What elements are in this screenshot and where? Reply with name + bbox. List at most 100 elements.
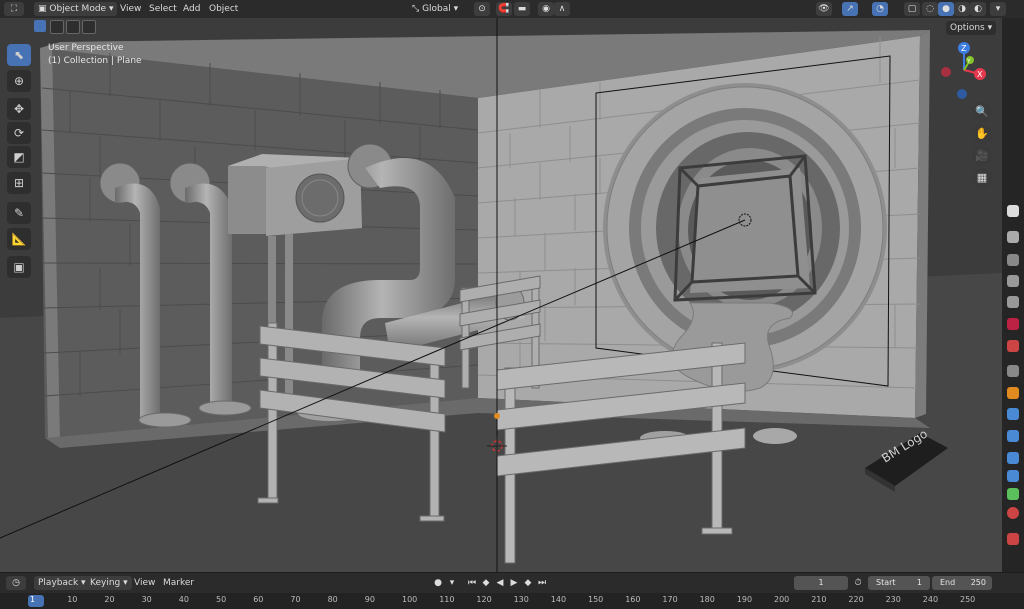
annotate-tool-icon[interactable]: ✎ bbox=[7, 202, 31, 224]
proportional-edit-icon[interactable]: ◉ bbox=[538, 2, 554, 16]
timeline-view-menu[interactable]: View bbox=[134, 576, 155, 590]
overlay-toggle-icon[interactable]: ◔ bbox=[872, 2, 888, 16]
ruler-tick: 130 bbox=[513, 595, 529, 604]
keying-set-icon[interactable]: ▾ bbox=[446, 577, 458, 589]
timeline-header: ◷ Playback ▾ Keying ▾ View Marker ● ▾ ⏮ … bbox=[0, 573, 1024, 593]
options-label: Options bbox=[950, 23, 985, 33]
playback-dropdown[interactable]: Playback ▾ bbox=[34, 576, 90, 590]
ruler-tick: 80 bbox=[327, 595, 338, 604]
select-difference-mode-icon[interactable] bbox=[82, 20, 96, 34]
select-subtract-mode-icon[interactable] bbox=[66, 20, 80, 34]
orientation-icon: ⤡ bbox=[412, 4, 423, 14]
measure-tool-icon[interactable]: 📐 bbox=[7, 228, 31, 250]
timeline-marker-menu[interactable]: Marker bbox=[163, 576, 194, 590]
scale-tool-icon[interactable]: ◩ bbox=[7, 146, 31, 168]
ruler-tick: 60 bbox=[253, 595, 264, 604]
end-frame-field[interactable]: End 250 bbox=[932, 576, 992, 590]
cursor-tool-icon[interactable]: ⊕ bbox=[7, 70, 31, 92]
menu-select[interactable]: Select bbox=[149, 2, 177, 16]
collection-properties-icon[interactable] bbox=[1007, 365, 1019, 377]
tool-settings-icon[interactable] bbox=[1007, 231, 1019, 243]
ruler-tick: 10 bbox=[67, 595, 78, 604]
object-mode-icon: ▣ bbox=[38, 4, 50, 14]
svg-text:Z: Z bbox=[961, 44, 967, 53]
rendered-shading-icon[interactable]: ◐ bbox=[970, 2, 986, 16]
playback-label: Playback bbox=[38, 578, 79, 588]
3d-viewport[interactable]: BM Logo User Perspective (1) Collection … bbox=[0, 18, 1002, 572]
ruler-tick: 210 bbox=[811, 595, 827, 604]
move-tool-icon[interactable]: ✥ bbox=[7, 98, 31, 120]
scene-properties-icon[interactable] bbox=[1007, 318, 1019, 330]
select-box-mode-icon[interactable] bbox=[34, 20, 46, 32]
ruler-tick: 180 bbox=[699, 595, 715, 604]
constraints-properties-icon[interactable] bbox=[1007, 470, 1019, 482]
options-dropdown[interactable]: Options ▾ bbox=[946, 21, 997, 35]
camera-icon[interactable]: 🎥 bbox=[972, 146, 992, 166]
output-properties-icon[interactable] bbox=[1007, 275, 1019, 287]
active-object-label: (1) Collection | Plane bbox=[48, 56, 142, 66]
xray-icon[interactable]: ▢ bbox=[904, 2, 920, 16]
material-shading-icon[interactable]: ◑ bbox=[954, 2, 970, 16]
current-frame-field[interactable]: 1 bbox=[794, 576, 848, 590]
pan-hand-icon[interactable]: ✋ bbox=[972, 124, 992, 144]
modifier-properties-icon[interactable] bbox=[1007, 408, 1019, 420]
menu-object[interactable]: Object bbox=[209, 2, 238, 16]
ruler-tick: 220 bbox=[848, 595, 864, 604]
rotate-tool-icon[interactable]: ⟳ bbox=[7, 122, 31, 144]
mode-dropdown[interactable]: ▣ Object Mode ▾ bbox=[34, 2, 118, 16]
snap-icon[interactable]: 🧲 bbox=[496, 2, 512, 16]
jump-start-icon[interactable]: ⏮ bbox=[466, 577, 478, 589]
texture-properties-icon[interactable] bbox=[1007, 533, 1019, 545]
ruler-tick: 190 bbox=[736, 595, 753, 604]
editor-type-icon[interactable]: ⛶ bbox=[4, 2, 24, 16]
start-frame-field[interactable]: Start 1 bbox=[868, 576, 930, 590]
next-keyframe-icon[interactable]: ◆ bbox=[522, 577, 534, 589]
snap-increment-icon[interactable]: ▬ bbox=[514, 2, 530, 16]
physics-properties-icon[interactable] bbox=[1007, 452, 1019, 464]
ruler-tick: 70 bbox=[290, 595, 301, 604]
ruler-tick: 40 bbox=[178, 595, 189, 604]
solid-shading-icon[interactable]: ● bbox=[938, 2, 954, 16]
transform-tool-icon[interactable]: ⊞ bbox=[7, 172, 31, 194]
timeline-editor-type-icon[interactable]: ◷ bbox=[6, 576, 26, 590]
wireframe-shading-icon[interactable]: ◌ bbox=[922, 2, 938, 16]
grid-perspective-icon[interactable]: ▦ bbox=[972, 168, 992, 188]
select-box-tool-icon[interactable]: ⬉ bbox=[7, 44, 31, 66]
pivot-icon[interactable]: ⊙ bbox=[474, 2, 490, 16]
ruler-tick: 100 bbox=[402, 595, 418, 604]
particles-properties-icon[interactable] bbox=[1007, 430, 1019, 442]
navigation-gizmo[interactable]: Z X Y bbox=[936, 40, 992, 100]
render-properties-icon[interactable] bbox=[1007, 254, 1019, 266]
menu-view[interactable]: View bbox=[120, 2, 141, 16]
timeline-ruler[interactable]: 1 10 20 30 40 50 60 70 80 90 100 110 120 130 140 150 160… bbox=[0, 593, 1024, 609]
view-layer-icon[interactable] bbox=[1007, 296, 1019, 308]
stopwatch-icon[interactable]: ⏱ bbox=[852, 577, 864, 589]
ruler-tick: 30 bbox=[141, 595, 152, 604]
keying-dropdown[interactable]: Keying ▾ bbox=[86, 576, 132, 590]
ruler-tick: 230 bbox=[885, 595, 901, 604]
play-icon[interactable]: ▶ bbox=[508, 577, 520, 589]
properties-editor-icon[interactable] bbox=[1007, 205, 1019, 217]
ruler-tick: 1 bbox=[30, 595, 36, 604]
ruler-tick: 140 bbox=[550, 595, 567, 604]
start-value: 1 bbox=[916, 578, 922, 587]
visibility-icon[interactable]: 👁 bbox=[816, 2, 832, 16]
properties-tabs bbox=[1002, 18, 1024, 572]
orientation-dropdown[interactable]: ⤡ Global ▾ bbox=[412, 2, 458, 16]
prev-keyframe-icon[interactable]: ◆ bbox=[480, 577, 492, 589]
ruler-tick: 150 bbox=[588, 595, 604, 604]
menu-add[interactable]: Add bbox=[183, 2, 200, 16]
material-properties-icon[interactable] bbox=[1007, 507, 1019, 519]
shading-options-icon[interactable]: ▾ bbox=[990, 2, 1006, 16]
gizmo-toggle-icon[interactable]: ↗ bbox=[842, 2, 858, 16]
add-cube-tool-icon[interactable]: ▣ bbox=[7, 256, 31, 278]
zoom-icon[interactable]: 🔍 bbox=[972, 102, 992, 122]
jump-end-icon[interactable]: ⏭ bbox=[536, 577, 548, 589]
world-properties-icon[interactable] bbox=[1007, 340, 1019, 352]
select-extend-mode-icon[interactable] bbox=[50, 20, 64, 34]
object-properties-icon[interactable] bbox=[1007, 387, 1019, 399]
falloff-icon[interactable]: ∧ bbox=[554, 2, 570, 16]
play-reverse-icon[interactable]: ◀ bbox=[494, 577, 506, 589]
data-properties-icon[interactable] bbox=[1007, 488, 1019, 500]
record-icon[interactable]: ● bbox=[432, 577, 444, 589]
